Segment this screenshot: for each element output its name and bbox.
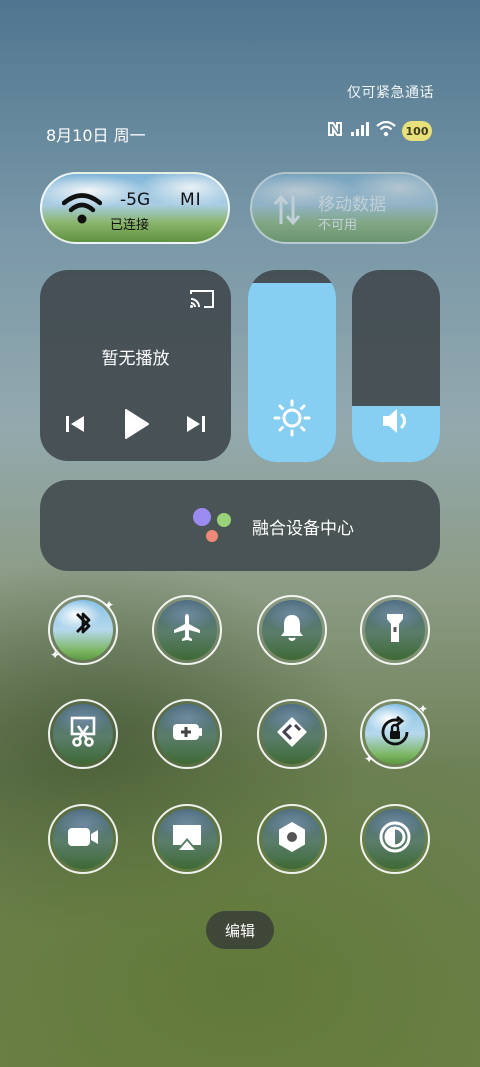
- flashlight-icon: [377, 610, 413, 650]
- brightness-slider[interactable]: [248, 270, 336, 462]
- toggle-ring[interactable]: [257, 595, 327, 665]
- fusion-label: 融合设备中心: [252, 519, 354, 539]
- mobile-data-card[interactable]: 移动数据 不可用: [250, 172, 438, 244]
- toggle-battery-saver-face: [157, 704, 217, 764]
- next-track-icon[interactable]: [185, 413, 207, 439]
- fusion-device-center[interactable]: 融合设备中心: [40, 480, 440, 571]
- sun-icon: [248, 398, 336, 438]
- toggle-ring-face: [262, 600, 322, 660]
- video-camera-icon: [65, 819, 101, 859]
- toggle-screenshot-face: [53, 704, 113, 764]
- toggle-battery-saver[interactable]: [152, 699, 222, 769]
- contrast-icon: [377, 819, 413, 859]
- wifi-ssid-suffix: MI: [180, 190, 202, 210]
- mobile-data-status: 不可用: [318, 218, 358, 233]
- wifi-card[interactable]: -5G MI 已连接: [40, 172, 230, 244]
- toggle-reading-mode-face: [365, 809, 425, 869]
- battery-badge: 100: [402, 121, 432, 141]
- sparkle-icon: ✦: [418, 702, 429, 716]
- wifi-status-icon: [376, 120, 396, 141]
- bluetooth-icon: [65, 610, 101, 650]
- hex-nut-icon: [274, 819, 310, 859]
- mobile-data-title: 移动数据: [318, 195, 386, 215]
- sparkle-icon: ✦: [104, 598, 115, 612]
- wifi-ssid: -5G: [120, 190, 151, 210]
- wifi-icon: [61, 192, 103, 230]
- toggle-airplane-face: [157, 600, 217, 660]
- toggle-screen-record[interactable]: [48, 804, 118, 874]
- carrier-status: 仅可紧急通话: [347, 85, 434, 101]
- battery-saver-icon: [169, 714, 205, 754]
- nfc-icon: [326, 120, 344, 142]
- sparkle-icon: ✦: [50, 648, 61, 662]
- fusion-dots-icon: [193, 508, 231, 542]
- sparkle-icon: ✦: [364, 752, 375, 766]
- previous-track-icon[interactable]: [64, 413, 86, 439]
- toggle-flashlight-face: [365, 600, 425, 660]
- date-label: 8月10日 周一: [46, 126, 146, 145]
- toggle-reading-mode[interactable]: [360, 804, 430, 874]
- signal-icon: [350, 121, 370, 141]
- system-icons: 100: [326, 120, 432, 142]
- wifi-status: 已连接: [110, 218, 150, 233]
- toggle-screen-record-face: [53, 809, 113, 869]
- speaker-icon: [352, 404, 440, 438]
- rotation-lock-icon: [377, 714, 413, 754]
- toggle-airplane[interactable]: [152, 595, 222, 665]
- media-player[interactable]: 暂无播放: [40, 270, 231, 461]
- volume-slider[interactable]: [352, 270, 440, 462]
- bell-icon: [274, 610, 310, 650]
- data-arrows-icon: [272, 192, 302, 232]
- toggle-screen-cast-face: [157, 809, 217, 869]
- toggle-screenshot[interactable]: [48, 699, 118, 769]
- toggle-nearby-share[interactable]: [257, 699, 327, 769]
- toggle-screen-cast[interactable]: [152, 804, 222, 874]
- airplane-icon: [169, 610, 205, 650]
- play-icon[interactable]: [122, 408, 150, 444]
- share-diamond-icon: [274, 714, 310, 754]
- edit-button[interactable]: 编辑: [206, 911, 274, 949]
- toggle-nearby-share-face: [262, 704, 322, 764]
- toggle-settings[interactable]: [257, 804, 327, 874]
- toggle-flashlight[interactable]: [360, 595, 430, 665]
- cast-icon[interactable]: [189, 288, 215, 314]
- scissors-icon: [65, 714, 101, 754]
- screencast-icon: [169, 819, 205, 859]
- toggle-settings-face: [262, 809, 322, 869]
- media-title: 暂无播放: [101, 349, 170, 369]
